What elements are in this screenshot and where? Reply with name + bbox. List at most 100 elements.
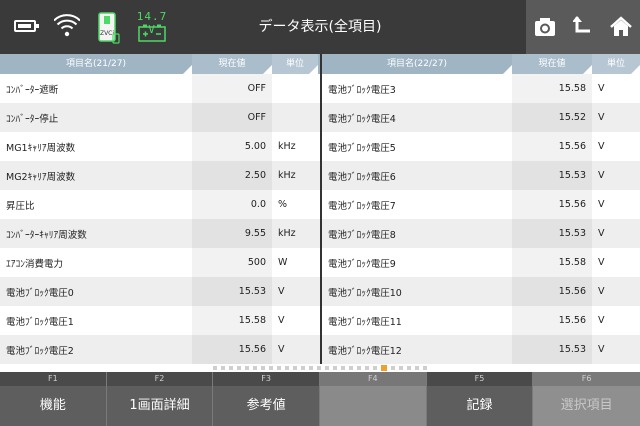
column-header-value: 現在値 — [512, 54, 592, 74]
page-dot — [415, 366, 419, 370]
row-value: 9.55 — [192, 219, 272, 248]
row-name: MG1ｷｬﾘｱ周波数 — [6, 142, 76, 154]
row-unit: V — [598, 286, 605, 297]
page-dot — [253, 366, 257, 370]
header-name-label: 項目名(22/27) — [387, 59, 447, 69]
row-unit: V — [278, 344, 285, 355]
table-row[interactable]: 電池ﾌﾞﾛｯｸ電圧10 15.56 V — [322, 277, 640, 306]
row-value: 15.56 — [512, 190, 592, 219]
table-row[interactable]: ｺﾝﾊﾞｰﾀｰ遮断 OFF — [0, 74, 320, 103]
row-unit: kHz — [278, 170, 296, 181]
row-unit: % — [278, 199, 288, 210]
row-unit: V — [598, 170, 605, 181]
table-row[interactable]: 電池ﾌﾞﾛｯｸ電圧1 15.58 V — [0, 306, 320, 335]
row-value: 2.50 — [192, 161, 272, 190]
row-name: 電池ﾌﾞﾛｯｸ電圧7 — [328, 200, 396, 212]
table-row[interactable]: 電池ﾌﾞﾛｯｸ電圧5 15.56 V — [322, 132, 640, 161]
row-unit: V — [598, 344, 605, 355]
row-unit: V — [278, 286, 285, 297]
page-title: データ表示(全項目) — [258, 19, 382, 35]
row-value: 15.53 — [512, 219, 592, 248]
table-row[interactable]: 電池ﾌﾞﾛｯｸ電圧0 15.53 V — [0, 277, 320, 306]
function-button-label: 選択項目 — [560, 398, 613, 413]
function-bar: F1 機能 F2 1画面詳細 F3 参考値 F4 F5 記録 F6 選択項目 — [0, 372, 640, 426]
row-value: 15.56 — [192, 335, 272, 364]
table-header: 項目名(21/27) 現在値 単位 — [0, 54, 320, 74]
row-value: 15.52 — [512, 103, 592, 132]
row-unit: V — [598, 199, 605, 210]
table-row[interactable]: 電池ﾌﾞﾛｯｸ電圧3 15.58 V — [322, 74, 640, 103]
page-dot — [407, 366, 411, 370]
header-unit-label: 単位 — [285, 59, 304, 69]
battery-icon — [14, 20, 39, 32]
zvci-icon: ZVCi — [98, 12, 120, 44]
page-dot — [349, 366, 353, 370]
row-value: 500 — [192, 248, 272, 277]
table-row[interactable]: MG1ｷｬﾘｱ周波数 5.00 kHz — [0, 132, 320, 161]
page-dot — [245, 366, 249, 370]
function-button-label: 機能 — [39, 398, 66, 413]
wifi-icon — [54, 14, 80, 37]
table-row[interactable]: 電池ﾌﾞﾛｯｸ電圧4 15.52 V — [322, 103, 640, 132]
function-key-label: F5 — [426, 372, 533, 386]
table-row[interactable]: 電池ﾌﾞﾛｯｸ電圧12 15.53 V — [322, 335, 640, 364]
f5-record-button[interactable]: F5 記録 — [426, 372, 534, 426]
page-dot — [373, 366, 377, 370]
table-row[interactable]: 電池ﾌﾞﾛｯｸ電圧6 15.53 V — [322, 161, 640, 190]
row-value: 15.58 — [192, 306, 272, 335]
row-unit: V — [598, 257, 605, 268]
header-name-label: 項目名(21/27) — [66, 59, 126, 69]
back-button[interactable] — [564, 0, 602, 54]
row-value: 15.53 — [192, 277, 272, 306]
row-unit: W — [278, 257, 288, 268]
page-dot — [285, 366, 289, 370]
page-dot — [365, 366, 369, 370]
table-row[interactable]: 電池ﾌﾞﾛｯｸ電圧9 15.58 V — [322, 248, 640, 277]
header-bar: ZVCi 14.7 V データ表示(全項目) — [0, 0, 640, 54]
function-button-label: 記録 — [466, 398, 493, 413]
row-name: 電池ﾌﾞﾛｯｸ電圧11 — [328, 316, 402, 328]
row-value: 15.56 — [512, 277, 592, 306]
column-header-name: 項目名(22/27) — [322, 54, 512, 74]
table-row[interactable]: 電池ﾌﾞﾛｯｸ電圧8 15.53 V — [322, 219, 640, 248]
f2-detail-button[interactable]: F2 1画面詳細 — [106, 372, 214, 426]
page-indicator — [0, 364, 640, 372]
row-name: ｺﾝﾊﾞｰﾀｰ遮断 — [6, 84, 59, 96]
function-key-label: F1 — [0, 372, 106, 386]
function-button-label: 1画面詳細 — [129, 398, 190, 413]
row-name: 電池ﾌﾞﾛｯｸ電圧12 — [328, 345, 402, 357]
voltage-indicator: 14.7 V — [134, 10, 170, 44]
f3-reference-button[interactable]: F3 参考値 — [213, 372, 320, 426]
page-dot — [293, 366, 297, 370]
table-row[interactable]: 電池ﾌﾞﾛｯｸ電圧11 15.56 V — [322, 306, 640, 335]
row-value: 15.53 — [512, 335, 592, 364]
function-key-label: F4 — [319, 372, 426, 386]
function-key-label: F2 — [106, 372, 213, 386]
row-name: 電池ﾌﾞﾛｯｸ電圧9 — [328, 258, 396, 270]
f6-select-items-button[interactable]: F6 選択項目 — [533, 372, 640, 426]
table-row[interactable]: MG2ｷｬﾘｱ周波数 2.50 kHz — [0, 161, 320, 190]
table-row[interactable]: 電池ﾌﾞﾛｯｸ電圧2 15.56 V — [0, 335, 320, 364]
column-header-unit: 単位 — [592, 54, 640, 74]
row-name: 電池ﾌﾞﾛｯｸ電圧0 — [6, 287, 74, 299]
row-name: 電池ﾌﾞﾛｯｸ電圧1 — [6, 316, 74, 328]
row-unit: V — [598, 228, 605, 239]
table-row[interactable]: ｺﾝﾊﾞｰﾀｰｷｬﾘｱ周波数 9.55 kHz — [0, 219, 320, 248]
table-row[interactable]: 電池ﾌﾞﾛｯｸ電圧7 15.56 V — [322, 190, 640, 219]
home-icon — [610, 16, 632, 36]
table-row[interactable]: ｺﾝﾊﾞｰﾀｰ停止 OFF — [0, 103, 320, 132]
row-name: 電池ﾌﾞﾛｯｸ電圧2 — [6, 345, 74, 357]
row-value: 15.56 — [512, 132, 592, 161]
page-dot — [423, 366, 427, 370]
home-button[interactable] — [602, 0, 640, 54]
table-row[interactable]: 昇圧比 0.0% — [0, 190, 320, 219]
row-name: 電池ﾌﾞﾛｯｸ電圧3 — [328, 84, 396, 96]
table-row[interactable]: ｴｱｺﾝ消費電力 500 W — [0, 248, 320, 277]
table-body: 電池ﾌﾞﾛｯｸ電圧3 15.58 V 電池ﾌﾞﾛｯｸ電圧4 15.52 V 電池ﾌﾞﾛｯ… — [322, 74, 640, 364]
page-dot — [301, 366, 305, 370]
row-name: 電池ﾌﾞﾛｯｸ電圧5 — [328, 142, 396, 154]
screenshot-button[interactable] — [526, 0, 564, 54]
row-name: 電池ﾌﾞﾛｯｸ電圧4 — [328, 113, 396, 125]
row-name: 昇圧比 — [6, 200, 35, 212]
f1-function-button[interactable]: F1 機能 — [0, 372, 107, 426]
